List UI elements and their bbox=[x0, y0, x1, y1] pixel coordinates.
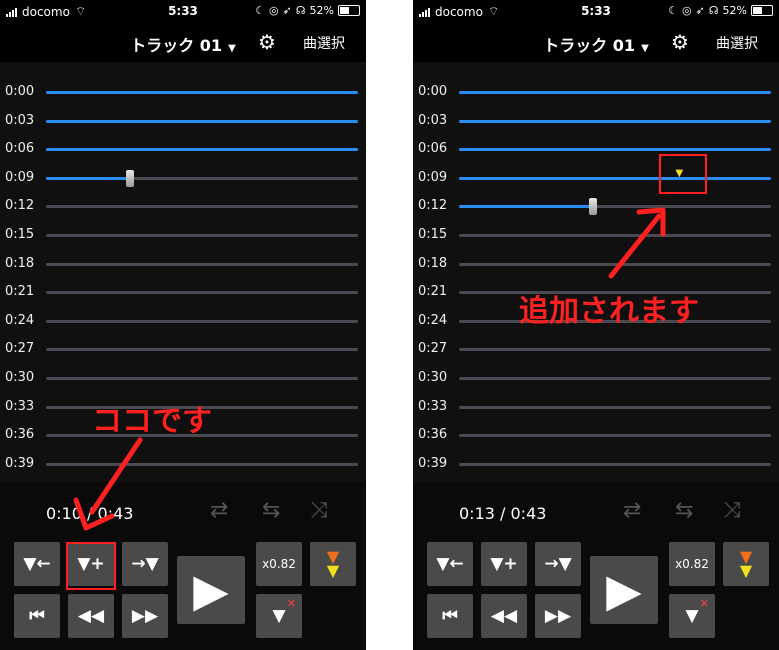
annotation-arrow-left bbox=[73, 437, 143, 531]
phone-screen-left: docomo ⌔ 5:33 ☾ ◎ ➶ ☊ 52% トラック 01 ▼ ⚙ 曲選択… bbox=[0, 0, 366, 650]
annotation-text: ココです bbox=[92, 404, 212, 439]
phone-screen-right: docomo ⌔ 5:33 ☾ ◎ ➶ ☊ 52% トラック 01 ▼ ⚙ 曲選択… bbox=[413, 0, 779, 650]
annotation-text: 追加されます bbox=[519, 294, 699, 329]
